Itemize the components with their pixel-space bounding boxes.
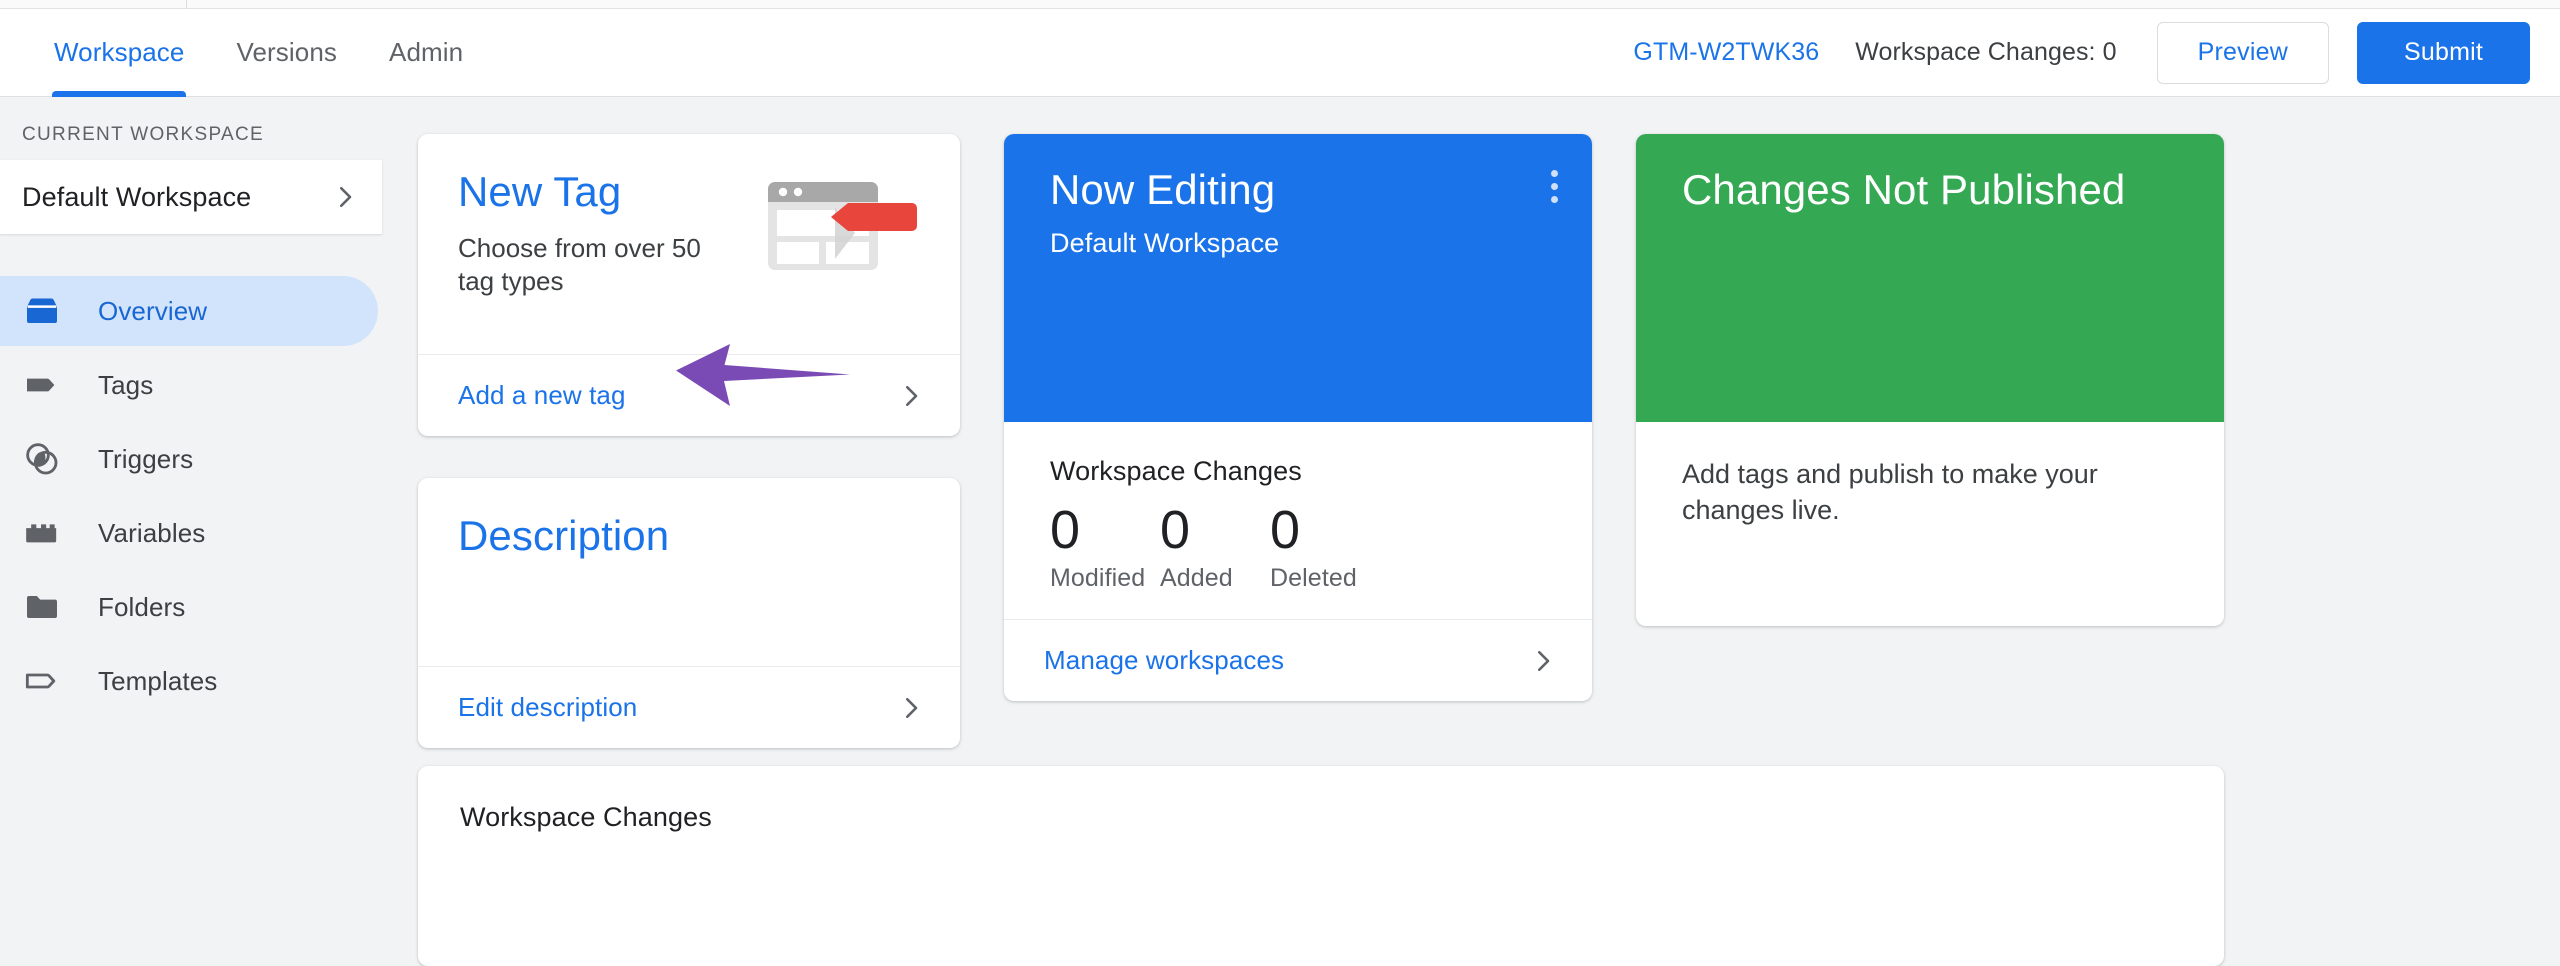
workspace-changes-panel-title: Workspace Changes xyxy=(460,802,712,832)
cards-column-middle: Now Editing Default Workspace Workspace … xyxy=(1004,134,1592,702)
more-options-icon[interactable] xyxy=(1551,170,1558,203)
workspace-changes-stats: 0 Modified 0 Added 0 Deleted xyxy=(1050,500,1546,593)
submit-button[interactable]: Submit xyxy=(2356,21,2530,84)
workspace-changes-summary: Workspace Changes 0 Modified 0 Added 0 D xyxy=(1004,422,1592,619)
now-editing-title: Now Editing xyxy=(1050,166,1276,213)
topnav-right-controls: GTM-W2TWK36 Workspace Changes: 0 Preview… xyxy=(1633,21,2560,84)
changes-not-published-body: Add tags and publish to make your change… xyxy=(1636,422,2224,626)
now-editing-subtitle: Default Workspace xyxy=(1050,228,1280,258)
kebab-dot xyxy=(1551,183,1558,190)
chevron-right-icon xyxy=(896,381,926,411)
new-tag-subtitle: Choose from over 50 tag types xyxy=(458,233,701,297)
tab-workspace-label: Workspace xyxy=(54,37,185,67)
add-a-new-tag-label: Add a new tag xyxy=(458,380,626,410)
sidebar-item-label: Triggers xyxy=(98,443,194,474)
sidebar-item-label: Templates xyxy=(98,665,218,696)
sidebar-nav-list: Overview Tags Triggers Variables Folders… xyxy=(0,276,382,716)
cards-column-left: New Tag Choose from over 50 tag types Ad… xyxy=(418,134,960,748)
tab-versions-label: Versions xyxy=(236,37,337,67)
stat-modified: 0 Modified xyxy=(1050,500,1160,593)
empty-state-illustration xyxy=(1261,934,1381,966)
container-id-link[interactable]: GTM-W2TWK36 xyxy=(1633,38,1819,67)
manage-workspaces-row[interactable]: Manage workspaces xyxy=(1004,619,1592,701)
sidebar: CURRENT WORKSPACE Default Workspace Over… xyxy=(0,98,382,911)
sidebar-item-templates[interactable]: Templates xyxy=(0,646,378,716)
browser-window-tag-illustration xyxy=(760,174,920,330)
tab-admin-label: Admin xyxy=(389,37,464,67)
sidebar-item-overview[interactable]: Overview xyxy=(0,276,378,346)
changes-not-published-text: Add tags and publish to make your change… xyxy=(1682,459,2098,526)
tab-workspace[interactable]: Workspace xyxy=(28,9,210,97)
new-tag-text-block: New Tag Choose from over 50 tag types xyxy=(458,168,760,330)
sidebar-item-triggers[interactable]: Triggers xyxy=(0,424,378,494)
changes-not-published-header: Changes Not Published xyxy=(1636,134,2224,422)
sidebar-item-folders[interactable]: Folders xyxy=(0,572,378,642)
stat-label: Deleted xyxy=(1270,564,1357,593)
kebab-dot xyxy=(1551,170,1558,177)
new-tag-card: New Tag Choose from over 50 tag types Ad… xyxy=(418,134,960,436)
triggers-circles-icon xyxy=(22,439,68,479)
main-content: New Tag Choose from over 50 tag types Ad… xyxy=(382,98,2560,966)
tab-admin[interactable]: Admin xyxy=(363,9,489,97)
stat-added: 0 Added xyxy=(1160,500,1270,593)
edit-description-label: Edit description xyxy=(458,692,638,722)
chevron-right-icon xyxy=(330,182,360,212)
cards-column-right: Changes Not Published Add tags and publi… xyxy=(1636,134,2224,626)
sidebar-item-label: Overview xyxy=(98,295,208,326)
tag-outline-icon xyxy=(22,661,68,701)
folder-icon xyxy=(22,587,68,627)
description-title: Description xyxy=(458,512,670,559)
variables-block-icon xyxy=(22,513,68,553)
sidebar-item-variables[interactable]: Variables xyxy=(0,498,378,568)
current-workspace-label: CURRENT WORKSPACE xyxy=(22,124,265,145)
top-navigation-bar: Workspace Versions Admin GTM-W2TWK36 Wor… xyxy=(0,9,2560,97)
description-card: Description Edit description xyxy=(418,478,960,748)
primary-tabs: Workspace Versions Admin xyxy=(0,9,489,97)
add-a-new-tag-row[interactable]: Add a new tag xyxy=(418,354,960,436)
kebab-dot xyxy=(1551,196,1558,203)
chevron-right-icon xyxy=(896,693,926,723)
stat-value: 0 xyxy=(1270,500,1301,560)
workspace-selector[interactable]: Default Workspace xyxy=(0,160,382,234)
stat-label: Modified xyxy=(1050,564,1146,593)
stat-deleted: 0 Deleted xyxy=(1270,500,1380,593)
sidebar-item-label: Folders xyxy=(98,591,186,622)
new-tag-title: New Tag xyxy=(458,168,622,215)
tab-versions[interactable]: Versions xyxy=(210,9,363,97)
changes-not-published-title: Changes Not Published xyxy=(1682,166,2126,213)
workspace-changes-title: Workspace Changes xyxy=(1050,456,1302,486)
sidebar-item-tags[interactable]: Tags xyxy=(0,350,378,420)
sidebar-item-label: Variables xyxy=(98,517,206,548)
stat-value: 0 xyxy=(1160,500,1191,560)
workspace-changes-status: Workspace Changes: 0 xyxy=(1855,38,2117,66)
workspace-selector-name: Default Workspace xyxy=(22,181,252,212)
now-editing-header: Now Editing Default Workspace xyxy=(1004,134,1592,422)
preview-button[interactable]: Preview xyxy=(2156,21,2329,84)
stat-label: Added xyxy=(1160,564,1233,593)
edit-description-row[interactable]: Edit description xyxy=(418,666,960,748)
manage-workspaces-label: Manage workspaces xyxy=(1044,645,1285,676)
tab-active-underline xyxy=(52,90,187,97)
workspace-changes-panel: Workspace Changes xyxy=(418,766,2224,966)
tag-filled-icon xyxy=(22,365,68,405)
stat-value: 0 xyxy=(1050,500,1081,560)
changes-not-published-card: Changes Not Published Add tags and publi… xyxy=(1636,134,2224,626)
new-tag-card-body: New Tag Choose from over 50 tag types xyxy=(418,134,960,354)
chevron-right-icon xyxy=(1528,646,1558,676)
overview-cards-row: New Tag Choose from over 50 tag types Ad… xyxy=(418,134,2224,748)
sidebar-item-label: Tags xyxy=(98,369,154,400)
description-card-body: Description xyxy=(418,478,960,666)
overview-box-icon xyxy=(22,291,68,331)
now-editing-card: Now Editing Default Workspace Workspace … xyxy=(1004,134,1592,702)
